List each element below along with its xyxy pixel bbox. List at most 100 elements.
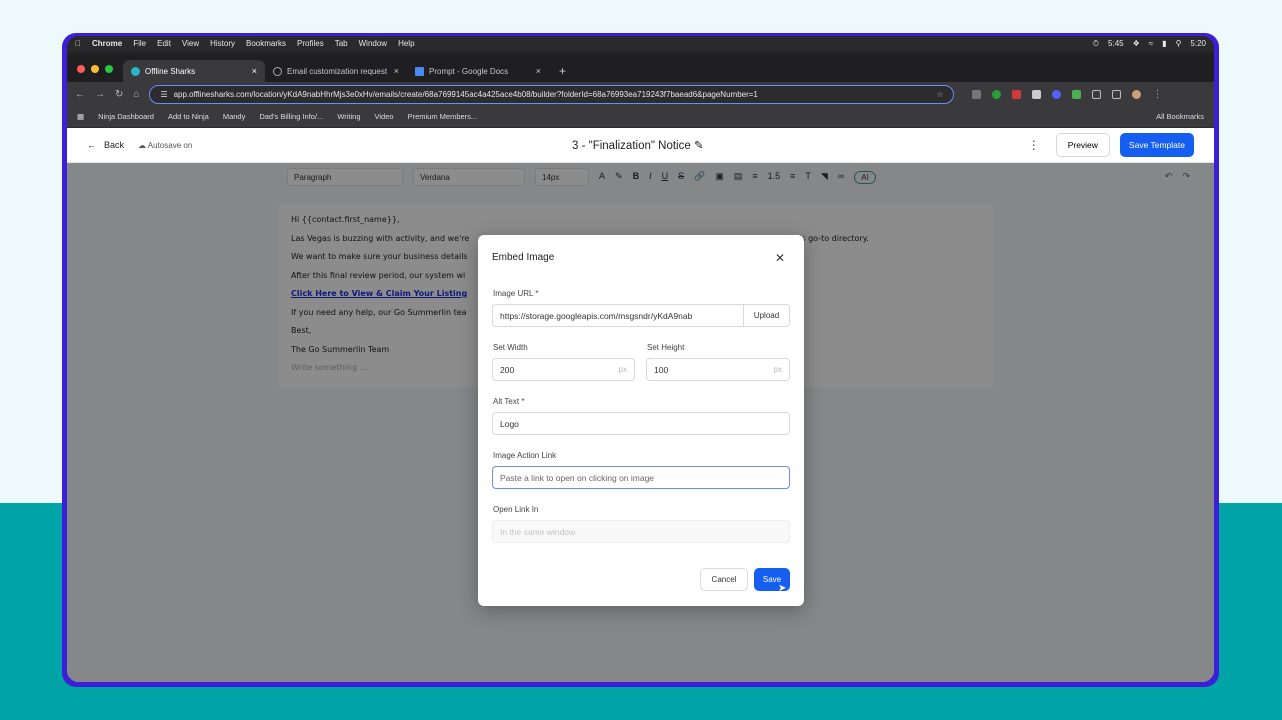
docs-icon — [415, 66, 424, 76]
preview-button[interactable]: Preview — [1055, 133, 1110, 157]
open-link-in-select[interactable]: In the same window — [492, 520, 790, 543]
reading-list-icon[interactable] — [1112, 89, 1122, 99]
new-tab-button[interactable]: + — [549, 60, 576, 82]
height-value: 100 — [654, 364, 669, 375]
back-arrow-icon[interactable]: ← — [75, 89, 85, 100]
maximize-window-icon[interactable] — [105, 65, 113, 73]
tab-label: Offline Sharks — [145, 66, 196, 76]
close-icon[interactable]: ✕ — [775, 251, 785, 265]
close-tab-icon[interactable]: × — [252, 66, 257, 76]
menu-bookmarks[interactable]: Bookmarks — [246, 39, 286, 48]
width-unit: px — [618, 365, 627, 374]
upload-button[interactable]: Upload — [743, 305, 789, 326]
back-button[interactable]: ← Back — [87, 140, 124, 150]
menu-window[interactable]: Window — [359, 39, 387, 48]
back-arrow-icon: ← — [87, 140, 96, 150]
home-icon[interactable]: ⌂ — [133, 89, 139, 100]
tab-email-customization[interactable]: Email customization request × — [265, 60, 407, 82]
extension-icon[interactable] — [972, 89, 982, 99]
calendar-icon[interactable] — [1012, 89, 1022, 99]
image-action-link-input[interactable]: Paste a link to open on clicking on imag… — [492, 466, 790, 489]
reload-icon[interactable]: ↻ — [115, 89, 123, 100]
required-mark: * — [535, 289, 539, 298]
bookmarks-bar: ▦ Ninja Dashboard Add to Ninja Mandy Dad… — [67, 106, 1214, 128]
bookmark-item[interactable]: Video — [375, 112, 394, 121]
extension-icon[interactable] — [992, 89, 1002, 99]
bookmark-star-icon[interactable]: ☆ — [936, 90, 943, 99]
window-controls — [77, 65, 113, 73]
all-bookmarks[interactable]: All Bookmarks — [1156, 112, 1204, 121]
mac-menubar:  Chrome File Edit View History Bookmark… — [67, 36, 1214, 51]
edit-pencil-icon[interactable]: ✎ — [694, 140, 704, 152]
menu-file[interactable]: File — [133, 39, 146, 48]
width-input[interactable]: 200 px — [492, 358, 635, 381]
globe-icon — [273, 66, 282, 76]
url-text: app.offlinesharks.com/location/yKdA9nabH… — [173, 89, 758, 99]
close-tab-icon[interactable]: × — [536, 66, 541, 76]
pen-icon[interactable] — [1032, 89, 1042, 99]
bookmark-item[interactable]: Dad's Billing Info/... — [259, 112, 323, 121]
menu-tab[interactable]: Tab — [335, 39, 348, 48]
header-actions: ⋮ Preview Save Template — [1028, 133, 1194, 157]
cancel-button[interactable]: Cancel — [700, 568, 748, 591]
dropbox-icon[interactable]: ❖ — [1133, 39, 1140, 48]
tab-label: Prompt - Google Docs — [429, 66, 509, 76]
close-window-icon[interactable] — [77, 65, 85, 73]
extension-icon[interactable] — [1052, 89, 1062, 99]
browser-window:  Chrome File Edit View History Bookmark… — [67, 36, 1214, 682]
label-text: Image URL — [493, 289, 534, 298]
alt-text-value: Logo — [500, 418, 519, 429]
menu-view[interactable]: View — [182, 39, 199, 48]
address-bar[interactable]: ☰ app.offlinesharks.com/location/yKdA9na… — [149, 84, 955, 104]
more-options-icon[interactable]: ⋮ — [1028, 138, 1040, 152]
label-text: Alt Text — [493, 397, 520, 406]
menu-app-name[interactable]: Chrome — [92, 39, 122, 48]
alt-text-label: Alt Text * — [493, 397, 524, 406]
embed-image-dialog: Embed Image ✕ Image URL * https://storag… — [478, 235, 804, 606]
tab-offline-sharks[interactable]: Offline Sharks × — [123, 60, 265, 82]
menu-help[interactable]: Help — [398, 39, 414, 48]
extension-icon[interactable] — [1072, 89, 1082, 99]
apple-icon[interactable]:  — [75, 39, 81, 48]
shark-icon — [131, 66, 140, 76]
image-url-label: Image URL * — [493, 289, 539, 298]
bookmark-item[interactable]: Writing — [337, 112, 360, 121]
extensions-bar: ⋮ — [972, 89, 1162, 100]
page-title[interactable]: 3 - "Finalization" Notice ✎ — [572, 138, 704, 152]
wifi-icon[interactable]: ≈ — [1149, 39, 1153, 48]
height-label: Set Height — [647, 343, 685, 352]
puzzle-icon[interactable] — [1092, 89, 1102, 99]
bookmark-item[interactable]: Add to Ninja — [168, 112, 209, 121]
tab-label: Email customization request — [287, 66, 388, 76]
apps-grid-icon[interactable]: ▦ — [77, 112, 84, 121]
image-url-value: https://storage.googleapis.com/msgsndr/y… — [500, 310, 693, 321]
image-url-input[interactable]: https://storage.googleapis.com/msgsndr/y… — [492, 304, 790, 327]
link-placeholder: Paste a link to open on clicking on imag… — [500, 472, 655, 483]
width-value: 200 — [500, 364, 515, 375]
required-mark: * — [521, 397, 525, 406]
menu-profiles[interactable]: Profiles — [297, 39, 324, 48]
image-action-link-label: Image Action Link — [493, 451, 557, 460]
height-input[interactable]: 100 px — [646, 358, 790, 381]
bookmark-item[interactable]: Mandy — [223, 112, 246, 121]
bookmark-item[interactable]: Ninja Dashboard — [98, 112, 154, 121]
chrome-menu-icon[interactable]: ⋮ — [1152, 89, 1162, 100]
tab-strip: Offline Sharks × Email customization req… — [67, 54, 1214, 82]
site-settings-icon[interactable]: ☰ — [160, 90, 167, 99]
profile-avatar[interactable] — [1132, 89, 1142, 99]
browser-toolbar: ← → ↻ ⌂ ☰ app.offlinesharks.com/location… — [67, 82, 1214, 106]
timer-icon[interactable]: ⏱ — [1093, 39, 1099, 49]
builder-header: ← Back ☁ Autosave on 3 - "Finalization" … — [67, 128, 1214, 163]
close-tab-icon[interactable]: × — [394, 66, 399, 76]
forward-arrow-icon[interactable]: → — [95, 89, 105, 100]
clock: 5:20 — [1190, 39, 1206, 48]
search-icon[interactable]: ⚲ — [1176, 39, 1182, 48]
menu-history[interactable]: History — [210, 39, 235, 48]
battery-icon[interactable]: ▮ — [1162, 39, 1166, 48]
minimize-window-icon[interactable] — [91, 65, 99, 73]
alt-text-input[interactable]: Logo — [492, 412, 790, 435]
bookmark-item[interactable]: Premium Members... — [408, 112, 478, 121]
tab-google-docs[interactable]: Prompt - Google Docs × — [407, 60, 549, 82]
menu-edit[interactable]: Edit — [157, 39, 171, 48]
save-template-button[interactable]: Save Template — [1119, 133, 1194, 157]
